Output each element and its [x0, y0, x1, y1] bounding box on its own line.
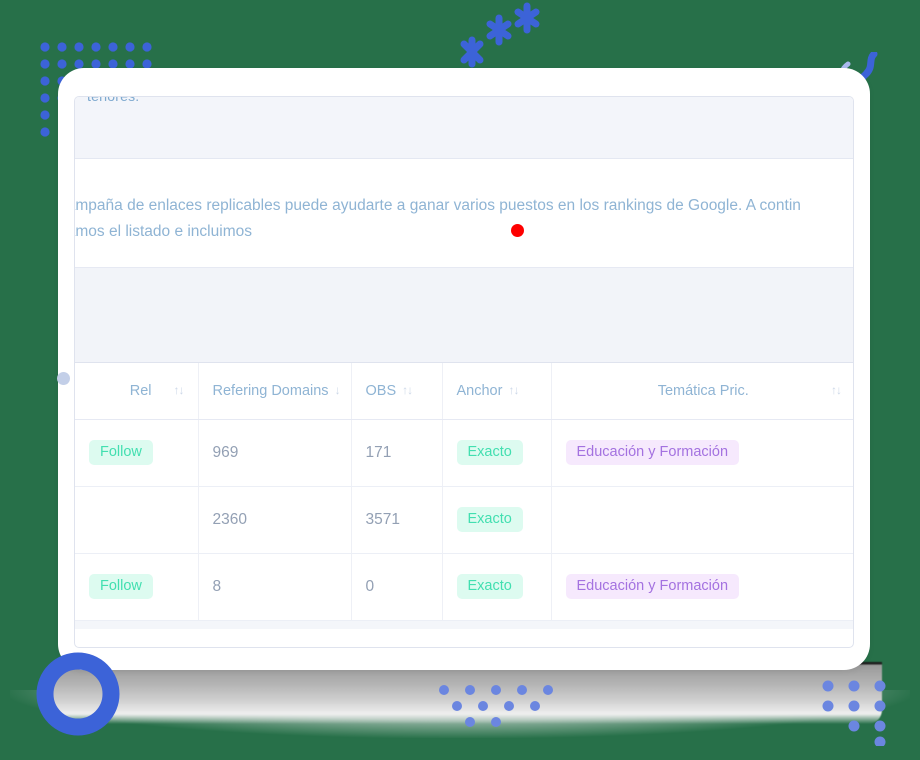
cell-refering-domains: 2360	[198, 486, 352, 554]
cell-anchor: Exacto	[442, 419, 552, 487]
sort-icon[interactable]: ↓	[335, 383, 341, 397]
star-scribble-decoration	[460, 2, 540, 68]
cell-tematica	[551, 486, 853, 554]
cell-anchor: Exacto	[442, 486, 552, 554]
table-row[interactable]: 2360 3571 Exacto	[75, 486, 853, 554]
app-topbar: teriores.	[75, 97, 853, 159]
tematica-badge: Educación y Formación	[565, 439, 740, 466]
page-root: teriores. campaña de enlaces replicables…	[0, 0, 920, 760]
cell-rel: Follow	[75, 419, 199, 487]
cell-obs: 3571	[351, 486, 443, 554]
filter-panel[interactable]	[75, 267, 853, 363]
cursor-indicator-dot	[511, 224, 524, 237]
rel-badge: Follow	[89, 439, 153, 466]
cell-tematica: Educación y Formación	[551, 419, 853, 487]
tematica-badge: Educación y Formación	[565, 573, 740, 600]
sort-icon[interactable]: ↑↓	[174, 383, 185, 397]
intro-paragraph-block: campaña de enlaces replicables puede ayu…	[75, 159, 853, 267]
tablet-screen: teriores. campaña de enlaces replicables…	[74, 96, 854, 648]
column-header-refering-domains-label: Refering Domains	[212, 382, 329, 399]
backlinks-table: Rel ↑↓ Refering Domains ↓ OBS ↑↓ Anchor ↑↓ T	[75, 363, 853, 621]
table-row[interactable]: Follow 8 0 Exacto Educación y Formación	[75, 553, 853, 621]
column-header-tematica-label: Temática Pric.	[657, 382, 749, 399]
sort-icon[interactable]: ↑↓	[402, 383, 413, 397]
column-header-anchor-label: Anchor	[456, 382, 503, 399]
rel-badge: Follow	[89, 573, 153, 600]
column-header-tematica[interactable]: Temática Pric. ↑↓	[551, 363, 853, 420]
cell-tematica: Educación y Formación	[551, 553, 853, 621]
intro-line-2: zamos el listado e incluimos	[74, 223, 252, 240]
cell-anchor: Exacto	[442, 553, 552, 621]
table-header-row: Rel ↑↓ Refering Domains ↓ OBS ↑↓ Anchor ↑↓ T	[75, 363, 853, 420]
table-bottom-strip	[75, 620, 853, 629]
intro-line-1: campaña de enlaces replicables puede ayu…	[74, 197, 801, 214]
anchor-badge: Exacto	[456, 506, 523, 533]
anchor-badge: Exacto	[456, 439, 523, 466]
cell-rel	[75, 486, 199, 554]
column-header-anchor[interactable]: Anchor ↑↓	[442, 363, 552, 420]
tablet-device-frame: teriores. campaña de enlaces replicables…	[58, 68, 870, 670]
tablet-shadow	[52, 662, 882, 724]
sort-icon[interactable]: ↑↓	[508, 383, 519, 397]
cell-refering-domains: 969	[198, 419, 352, 487]
column-header-obs-label: OBS	[365, 382, 397, 399]
column-header-rel[interactable]: Rel ↑↓	[75, 363, 199, 420]
column-header-obs[interactable]: OBS ↑↓	[351, 363, 443, 420]
anchor-badge: Exacto	[456, 573, 523, 600]
app-topbar-clipped-text: teriores.	[87, 96, 140, 104]
cell-obs: 0	[351, 553, 443, 621]
cell-refering-domains: 8	[198, 553, 352, 621]
column-header-refering-domains[interactable]: Refering Domains ↓	[198, 363, 352, 420]
column-header-rel-label: Rel	[129, 382, 152, 399]
cell-obs: 171	[351, 419, 443, 487]
table-row[interactable]: Follow 969 171 Exacto Educación y Formac…	[75, 419, 853, 487]
sort-icon[interactable]: ↑↓	[831, 383, 842, 397]
cell-rel: Follow	[75, 553, 199, 621]
